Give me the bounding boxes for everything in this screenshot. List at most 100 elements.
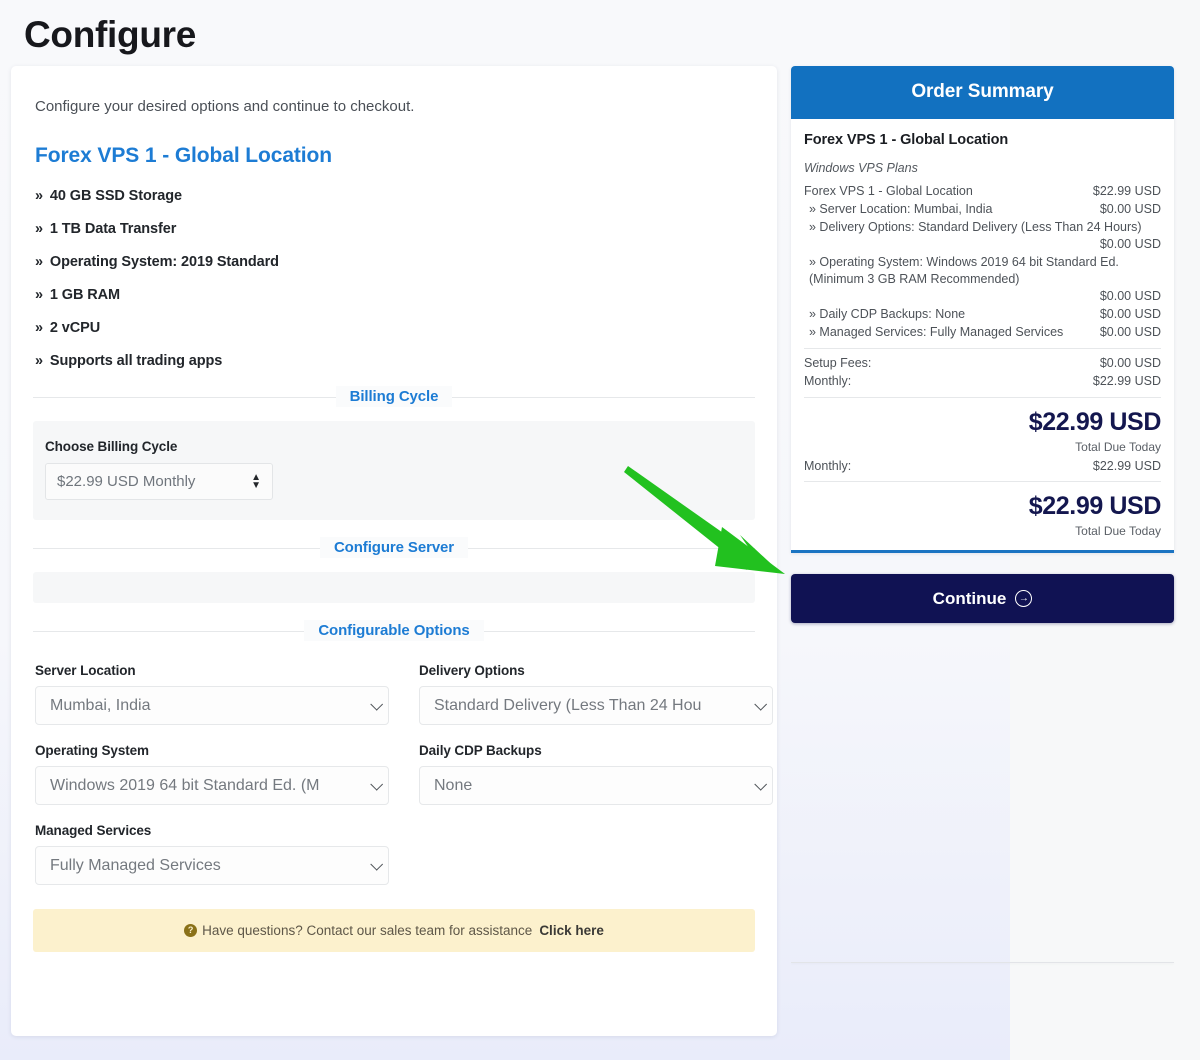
list-item: » 2 vCPU [35, 320, 755, 336]
summary-line-label: » Delivery Options: Standard Delivery (L… [809, 220, 1142, 234]
summary-fee-amount: $0.00 USD [1099, 356, 1161, 370]
feature-label: Operating System: 2019 Standard [49, 254, 279, 270]
summary-line-label: » Daily CDP Backups: None [809, 307, 966, 321]
summary-line-label: » Server Location: Mumbai, India [809, 202, 993, 216]
summary-fee-line: Setup Fees: $0.00 USD [804, 355, 1161, 372]
option-delivery-options: Delivery Options Standard Delivery (Less… [419, 663, 773, 725]
summary-line: » Delivery Options: Standard Delivery (L… [804, 219, 1161, 253]
continue-button-label: Continue [932, 588, 1007, 608]
summary-recurring-label: Monthly: [804, 459, 852, 473]
option-value: Fully Managed Services [50, 856, 221, 874]
feature-label: 40 GB SSD Storage [49, 188, 182, 204]
product-title: Forex VPS 1 - Global Location [35, 144, 332, 167]
order-summary-header: Order Summary [791, 66, 1174, 119]
summary-line-amount: $0.00 USD [1099, 237, 1161, 251]
total-due-today-amount: $22.99 USD [1028, 408, 1162, 436]
option-label: Server Location [35, 663, 136, 678]
section-heading-configurable-options: Configurable Options [33, 620, 755, 641]
summary-line-label: Forex VPS 1 - Global Location [804, 184, 973, 198]
option-value: Windows 2019 64 bit Standard Ed. (M [50, 776, 320, 794]
summary-recurring-amount: $22.99 USD [1092, 459, 1161, 473]
option-label: Operating System [35, 743, 149, 758]
bullet-chevron-icon: » [35, 287, 43, 303]
list-item: » Supports all trading apps [35, 353, 755, 369]
bullet-chevron-icon: » [35, 320, 43, 336]
delivery-options-select[interactable]: Standard Delivery (Less Than 24 Hou [419, 686, 773, 725]
list-item: » 1 GB RAM [35, 287, 755, 303]
billing-cycle-label: Choose Billing Cycle [45, 439, 178, 454]
section-heading-label: Billing Cycle [335, 386, 453, 407]
configure-page: Configure Configure your desired options… [0, 0, 1200, 1060]
sales-help-alert: ? Have questions? Contact our sales team… [33, 909, 755, 952]
summary-fee-amount: $22.99 USD [1092, 374, 1161, 388]
summary-fee-label: Setup Fees: [804, 356, 872, 370]
chevron-down-icon [370, 857, 384, 871]
option-label: Daily CDP Backups [419, 743, 542, 758]
summary-line-label: » Managed Services: Fully Managed Servic… [809, 325, 1064, 339]
managed-services-select[interactable]: Fully Managed Services [35, 846, 389, 885]
chevron-down-icon [370, 697, 384, 711]
summary-line: » Managed Services: Fully Managed Servic… [804, 324, 1161, 341]
option-managed-services: Managed Services Fully Managed Services [35, 823, 389, 885]
section-heading-billing-cycle: Billing Cycle [33, 386, 755, 407]
configurable-options-grid: Server Location Mumbai, India Delivery O… [35, 663, 773, 903]
configure-card: Configure your desired options and conti… [11, 66, 777, 1036]
intro-text: Configure your desired options and conti… [35, 98, 415, 115]
summary-line-amount: $22.99 USD [1092, 184, 1161, 198]
section-heading-configure-server: Configure Server [33, 537, 755, 558]
summary-line: » Server Location: Mumbai, India $0.00 U… [804, 201, 1161, 218]
total-due-today-label-secondary: Total Due Today [1075, 524, 1161, 538]
total-due-today-amount-secondary: $22.99 USD [1028, 492, 1162, 520]
alert-text: Have questions? Contact our sales team f… [202, 923, 533, 938]
feature-label: 2 vCPU [49, 320, 101, 336]
section-heading-label: Configure Server [319, 537, 469, 558]
question-mark-icon: ? [184, 924, 198, 937]
option-daily-cdp-backups: Daily CDP Backups None [419, 743, 773, 805]
summary-divider [804, 348, 1161, 349]
configure-server-panel [33, 572, 755, 603]
sidebar-bottom-divider [791, 962, 1174, 963]
operating-system-select[interactable]: Windows 2019 64 bit Standard Ed. (M [35, 766, 389, 805]
list-item: » 1 TB Data Transfer [35, 221, 755, 237]
billing-cycle-panel: Choose Billing Cycle $22.99 USD Monthly … [33, 421, 755, 520]
summary-line: » Daily CDP Backups: None $0.00 USD [804, 306, 1161, 323]
option-server-location: Server Location Mumbai, India [35, 663, 389, 725]
list-item: » 40 GB SSD Storage [35, 188, 755, 204]
daily-cdp-backups-select[interactable]: None [419, 766, 773, 805]
continue-button[interactable]: Continue → [791, 574, 1174, 623]
arrow-right-icon: → [1015, 590, 1033, 607]
bullet-chevron-icon: » [35, 221, 43, 237]
chevron-down-icon [754, 697, 768, 711]
summary-line-amount: $0.00 USD [1099, 325, 1161, 339]
summary-fee-label: Monthly: [804, 374, 852, 388]
server-location-select[interactable]: Mumbai, India [35, 686, 389, 725]
summary-line-amount: $0.00 USD [1099, 307, 1161, 321]
summary-line-amount: $0.00 USD [1099, 289, 1161, 303]
option-value: None [434, 776, 473, 794]
contact-sales-link[interactable]: Click here [539, 923, 604, 938]
total-due-today-label: Total Due Today [1075, 440, 1161, 454]
billing-cycle-select[interactable]: $22.99 USD Monthly ▲ ▼ [45, 463, 273, 500]
summary-line-amount: $0.00 USD [1099, 202, 1161, 216]
list-item: » Operating System: 2019 Standard [35, 254, 755, 270]
order-summary-body: Forex VPS 1 - Global Location Windows VP… [791, 119, 1174, 550]
summary-divider [804, 481, 1161, 482]
option-label: Managed Services [35, 823, 152, 838]
bullet-chevron-icon: » [35, 254, 43, 270]
summary-group-name: Windows VPS Plans [804, 161, 918, 175]
option-value: Standard Delivery (Less Than 24 Hou [434, 696, 702, 714]
summary-line: Forex VPS 1 - Global Location $22.99 USD [804, 183, 1161, 200]
summary-recurring-line: Monthly: $22.99 USD [804, 458, 1161, 475]
summary-product-name: Forex VPS 1 - Global Location [804, 132, 1009, 148]
bullet-chevron-icon: » [35, 353, 43, 369]
option-operating-system: Operating System Windows 2019 64 bit Sta… [35, 743, 389, 805]
order-summary-card: Order Summary Forex VPS 1 - Global Locat… [791, 66, 1174, 553]
bullet-chevron-icon: » [35, 188, 43, 204]
summary-divider [804, 397, 1161, 398]
section-heading-label: Configurable Options [304, 620, 484, 641]
feature-label: 1 TB Data Transfer [49, 221, 177, 237]
page-title: Configure [24, 14, 197, 55]
feature-label: Supports all trading apps [49, 353, 223, 369]
feature-list: » 40 GB SSD Storage » 1 TB Data Transfer… [35, 188, 755, 369]
billing-cycle-value: $22.99 USD Monthly [57, 473, 196, 490]
